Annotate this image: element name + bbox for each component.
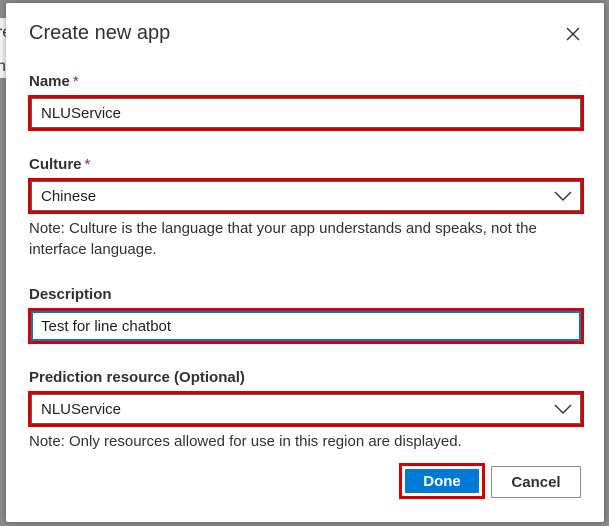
close-icon	[566, 27, 580, 41]
create-app-dialog: Create new app Name * NLUService Culture *…	[6, 3, 604, 522]
required-mark: *	[72, 73, 79, 90]
required-mark: *	[84, 156, 91, 173]
culture-note: Note: Culture is the language that your …	[29, 220, 537, 258]
culture-label: Culture *	[29, 156, 91, 173]
prediction-resource-label: Prediction resource (Optional)	[29, 369, 245, 386]
chevron-down-icon[interactable]	[553, 399, 573, 419]
cancel-button[interactable]: Cancel	[491, 466, 581, 498]
description-label: Description	[29, 286, 112, 303]
done-button-highlight: Done	[399, 463, 485, 499]
name-input[interactable]: NLUService	[31, 98, 581, 128]
description-field[interactable]: Test for line chatbot	[28, 308, 584, 344]
description-input[interactable]: Test for line chatbot	[31, 311, 581, 341]
culture-selected-value[interactable]: Chinese	[31, 181, 581, 211]
prediction-resource-selected-value[interactable]: NLUService	[31, 394, 581, 424]
chevron-down-icon[interactable]	[553, 186, 573, 206]
done-button[interactable]: Done	[405, 469, 479, 493]
prediction-resource-dropdown[interactable]: NLUService	[28, 391, 584, 427]
close-button[interactable]	[562, 23, 584, 45]
prediction-resource-note: Note: Only resources allowed for use in …	[29, 433, 462, 450]
name-field[interactable]: NLUService	[28, 95, 584, 131]
culture-dropdown[interactable]: Chinese	[28, 178, 584, 214]
dialog-title: Create new app	[29, 22, 171, 44]
name-label: Name *	[29, 73, 79, 90]
